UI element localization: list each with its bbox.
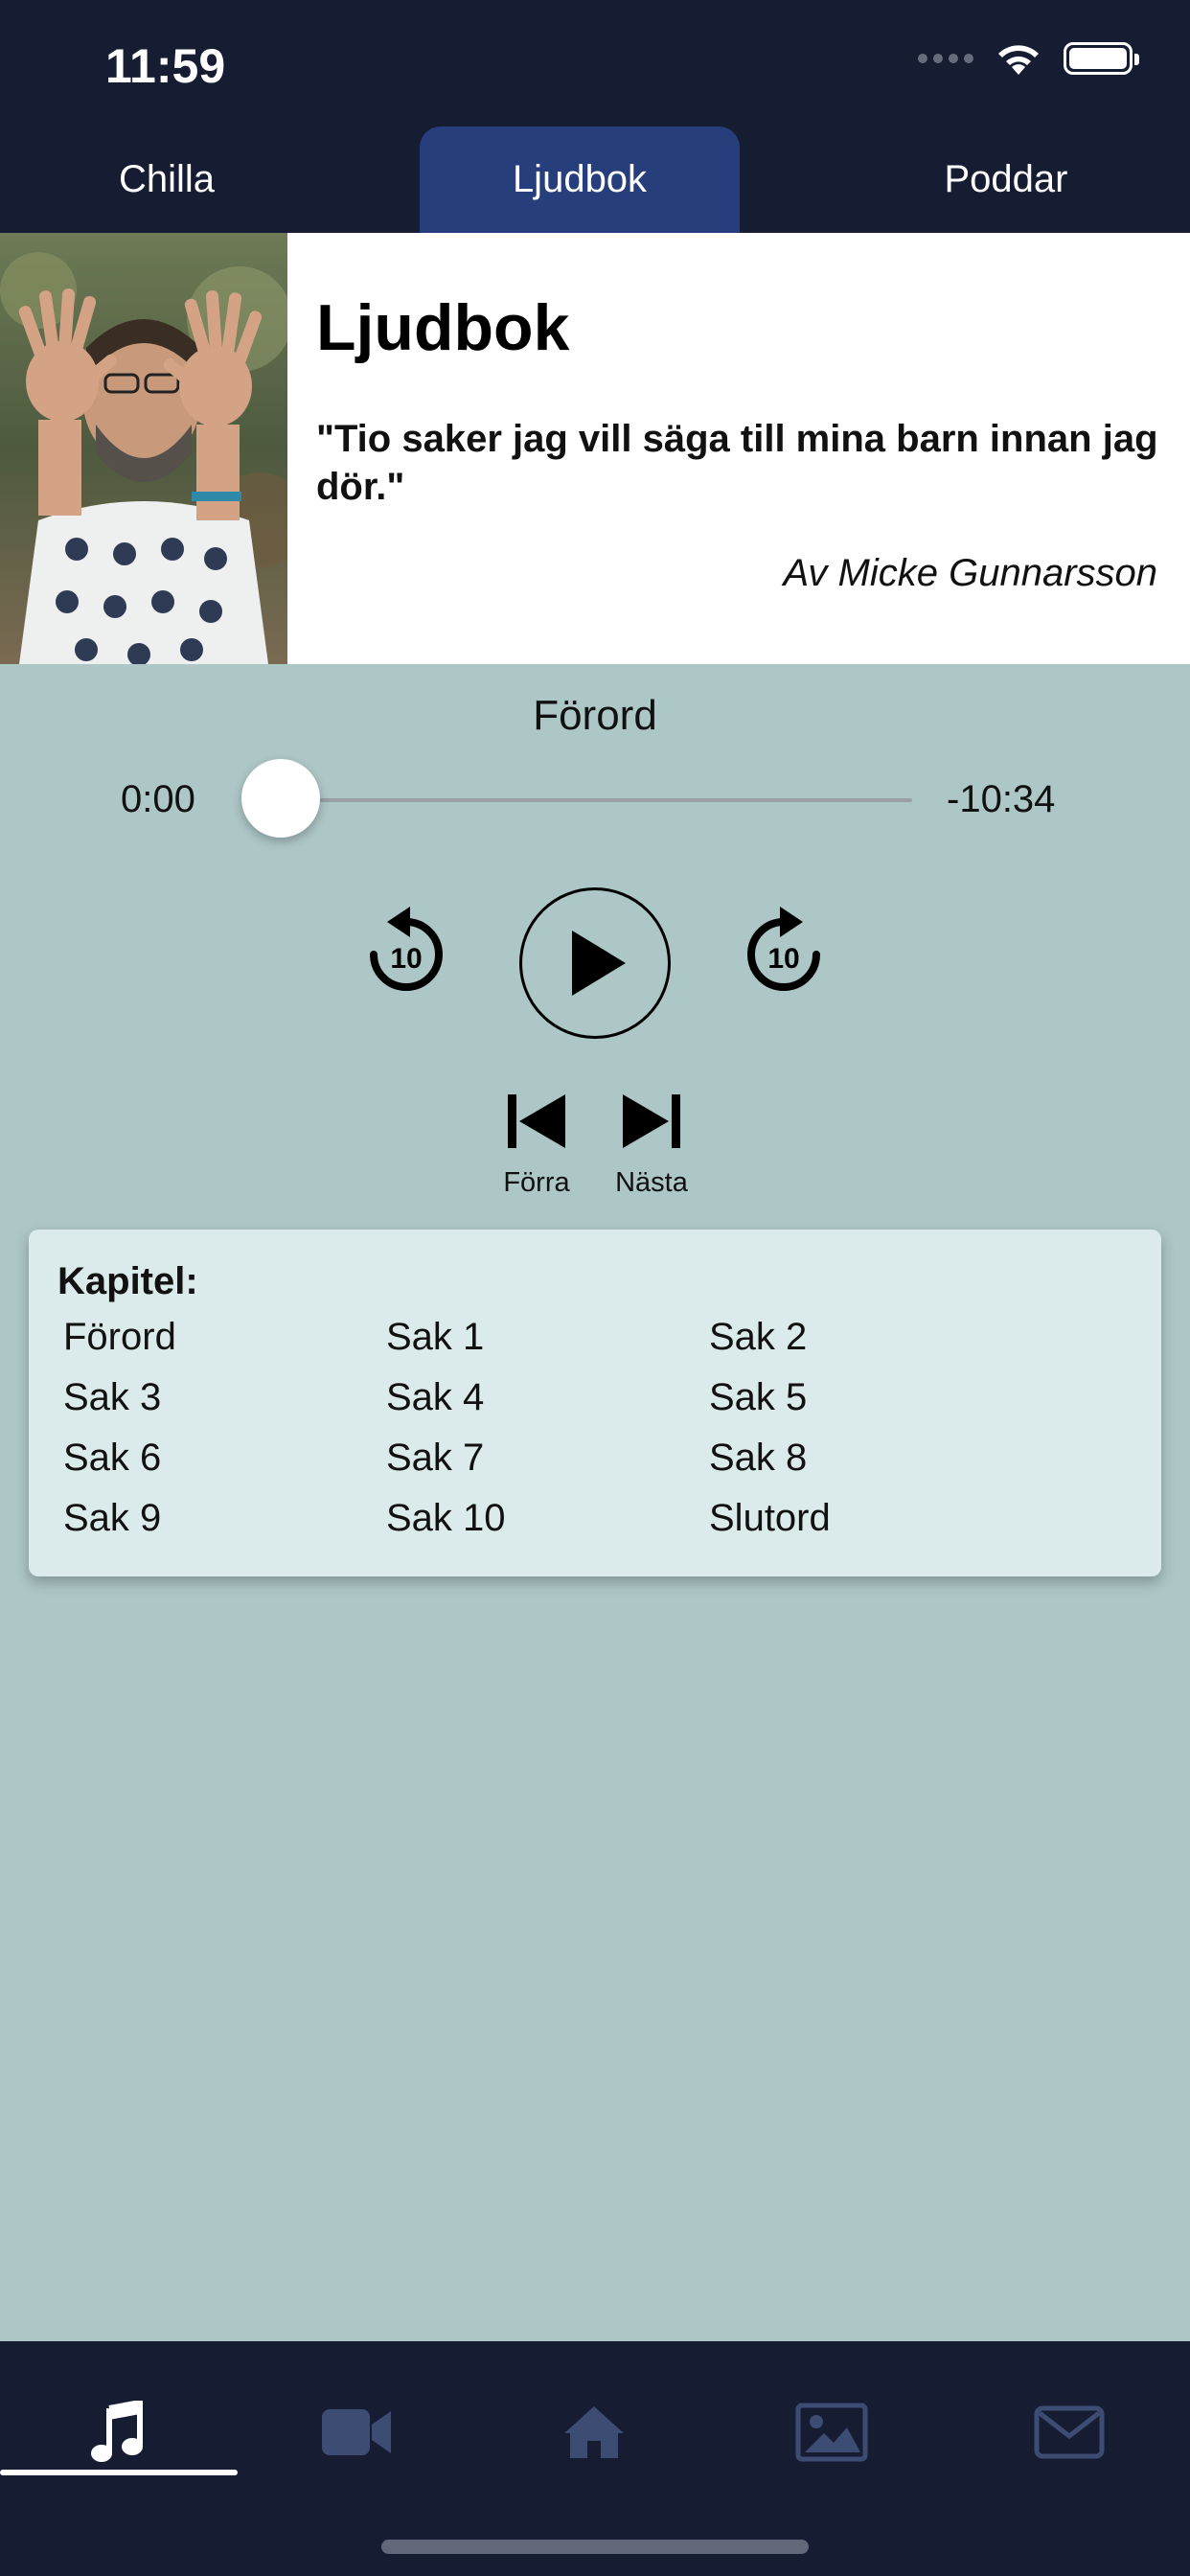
tab-ljudbok[interactable]: Ljudbok xyxy=(420,126,740,233)
book-title: "Tio saker jag vill säga till mina barn … xyxy=(316,418,1158,508)
skip-forward-button[interactable]: 10 xyxy=(738,901,830,1006)
skip-forward-10-icon: 10 xyxy=(747,907,820,991)
chapter-sak-5[interactable]: Sak 5 xyxy=(709,1374,1032,1421)
tab-chilla[interactable]: Chilla xyxy=(57,126,276,233)
progress-slider[interactable] xyxy=(280,798,912,802)
progress-slider-thumb[interactable] xyxy=(241,759,320,838)
mail-icon xyxy=(1034,2405,1105,2459)
section-tabs: Chilla Ljudbok Poddar xyxy=(0,126,1190,233)
battery-icon xyxy=(1064,42,1139,75)
video-camera-icon xyxy=(322,2409,391,2455)
cellular-signal-icon xyxy=(918,54,973,63)
tab-poddar[interactable]: Poddar xyxy=(891,126,1121,233)
next-chapter-button[interactable] xyxy=(617,1091,686,1152)
skip-back-button[interactable]: 10 xyxy=(360,901,452,1006)
tab-contact[interactable] xyxy=(950,2380,1188,2485)
wifi-icon xyxy=(998,45,1039,75)
current-track-title: Förord xyxy=(533,692,657,739)
chapter-slutord[interactable]: Slutord xyxy=(709,1495,1032,1542)
skip-forward-seconds: 10 xyxy=(767,943,799,975)
page-title: Ljudbok xyxy=(316,291,570,364)
skip-back-10-icon: 10 xyxy=(370,907,443,991)
home-indicator xyxy=(381,2540,809,2554)
author-photo xyxy=(0,233,287,664)
tab-video[interactable] xyxy=(238,2380,475,2485)
remaining-time: -10:34 xyxy=(947,778,1056,820)
chapter-sak-3[interactable]: Sak 3 xyxy=(63,1374,386,1421)
author-name: Av Micke Gunnarsson xyxy=(783,552,1157,594)
play-icon xyxy=(572,931,626,996)
chapter-grid: Förord Sak 1 Sak 2 Sak 3 Sak 4 Sak 5 Sak… xyxy=(63,1314,1117,1542)
tab-home[interactable] xyxy=(475,2380,713,2485)
top-navigation: 11:59 Chilla Ljudbok Poddar xyxy=(0,0,1190,233)
chapter-sak-6[interactable]: Sak 6 xyxy=(63,1435,386,1482)
next-chapter-label[interactable]: Nästa xyxy=(604,1167,699,1199)
next-track-icon xyxy=(623,1094,680,1148)
chapter-list-title: Kapitel: xyxy=(57,1260,198,1302)
chapter-forord[interactable]: Förord xyxy=(63,1314,386,1361)
status-time: 11:59 xyxy=(105,39,226,93)
previous-track-icon xyxy=(508,1094,565,1148)
chapter-sak-4[interactable]: Sak 4 xyxy=(386,1374,709,1421)
audiobook-header: Ljudbok "Tio saker jag vill säga till mi… xyxy=(0,233,1190,664)
chapter-sak-10[interactable]: Sak 10 xyxy=(386,1495,709,1542)
chapter-sak-9[interactable]: Sak 9 xyxy=(63,1495,386,1542)
skip-back-seconds: 10 xyxy=(390,943,422,975)
previous-chapter-label[interactable]: Förra xyxy=(489,1167,584,1199)
home-icon xyxy=(564,2406,624,2458)
elapsed-time: 0:00 xyxy=(121,778,195,820)
chapter-sak-7[interactable]: Sak 7 xyxy=(386,1435,709,1482)
chapter-sak-1[interactable]: Sak 1 xyxy=(386,1314,709,1361)
music-note-icon xyxy=(91,2401,143,2462)
app-screen: 11:59 Chilla Ljudbok Poddar Ljudbok "Tio… xyxy=(0,0,1190,2576)
chapter-sak-2[interactable]: Sak 2 xyxy=(709,1314,1032,1361)
tab-gallery[interactable] xyxy=(713,2380,950,2485)
image-icon xyxy=(795,2403,868,2462)
active-tab-indicator xyxy=(0,2470,238,2475)
chapter-sak-8[interactable]: Sak 8 xyxy=(709,1435,1032,1482)
bottom-tab-bar xyxy=(0,2341,1190,2576)
status-icons xyxy=(918,40,1139,77)
play-button[interactable] xyxy=(519,887,671,1039)
previous-chapter-button[interactable] xyxy=(502,1091,571,1152)
chapter-list-card: Kapitel: Förord Sak 1 Sak 2 Sak 3 Sak 4 … xyxy=(29,1230,1161,1576)
